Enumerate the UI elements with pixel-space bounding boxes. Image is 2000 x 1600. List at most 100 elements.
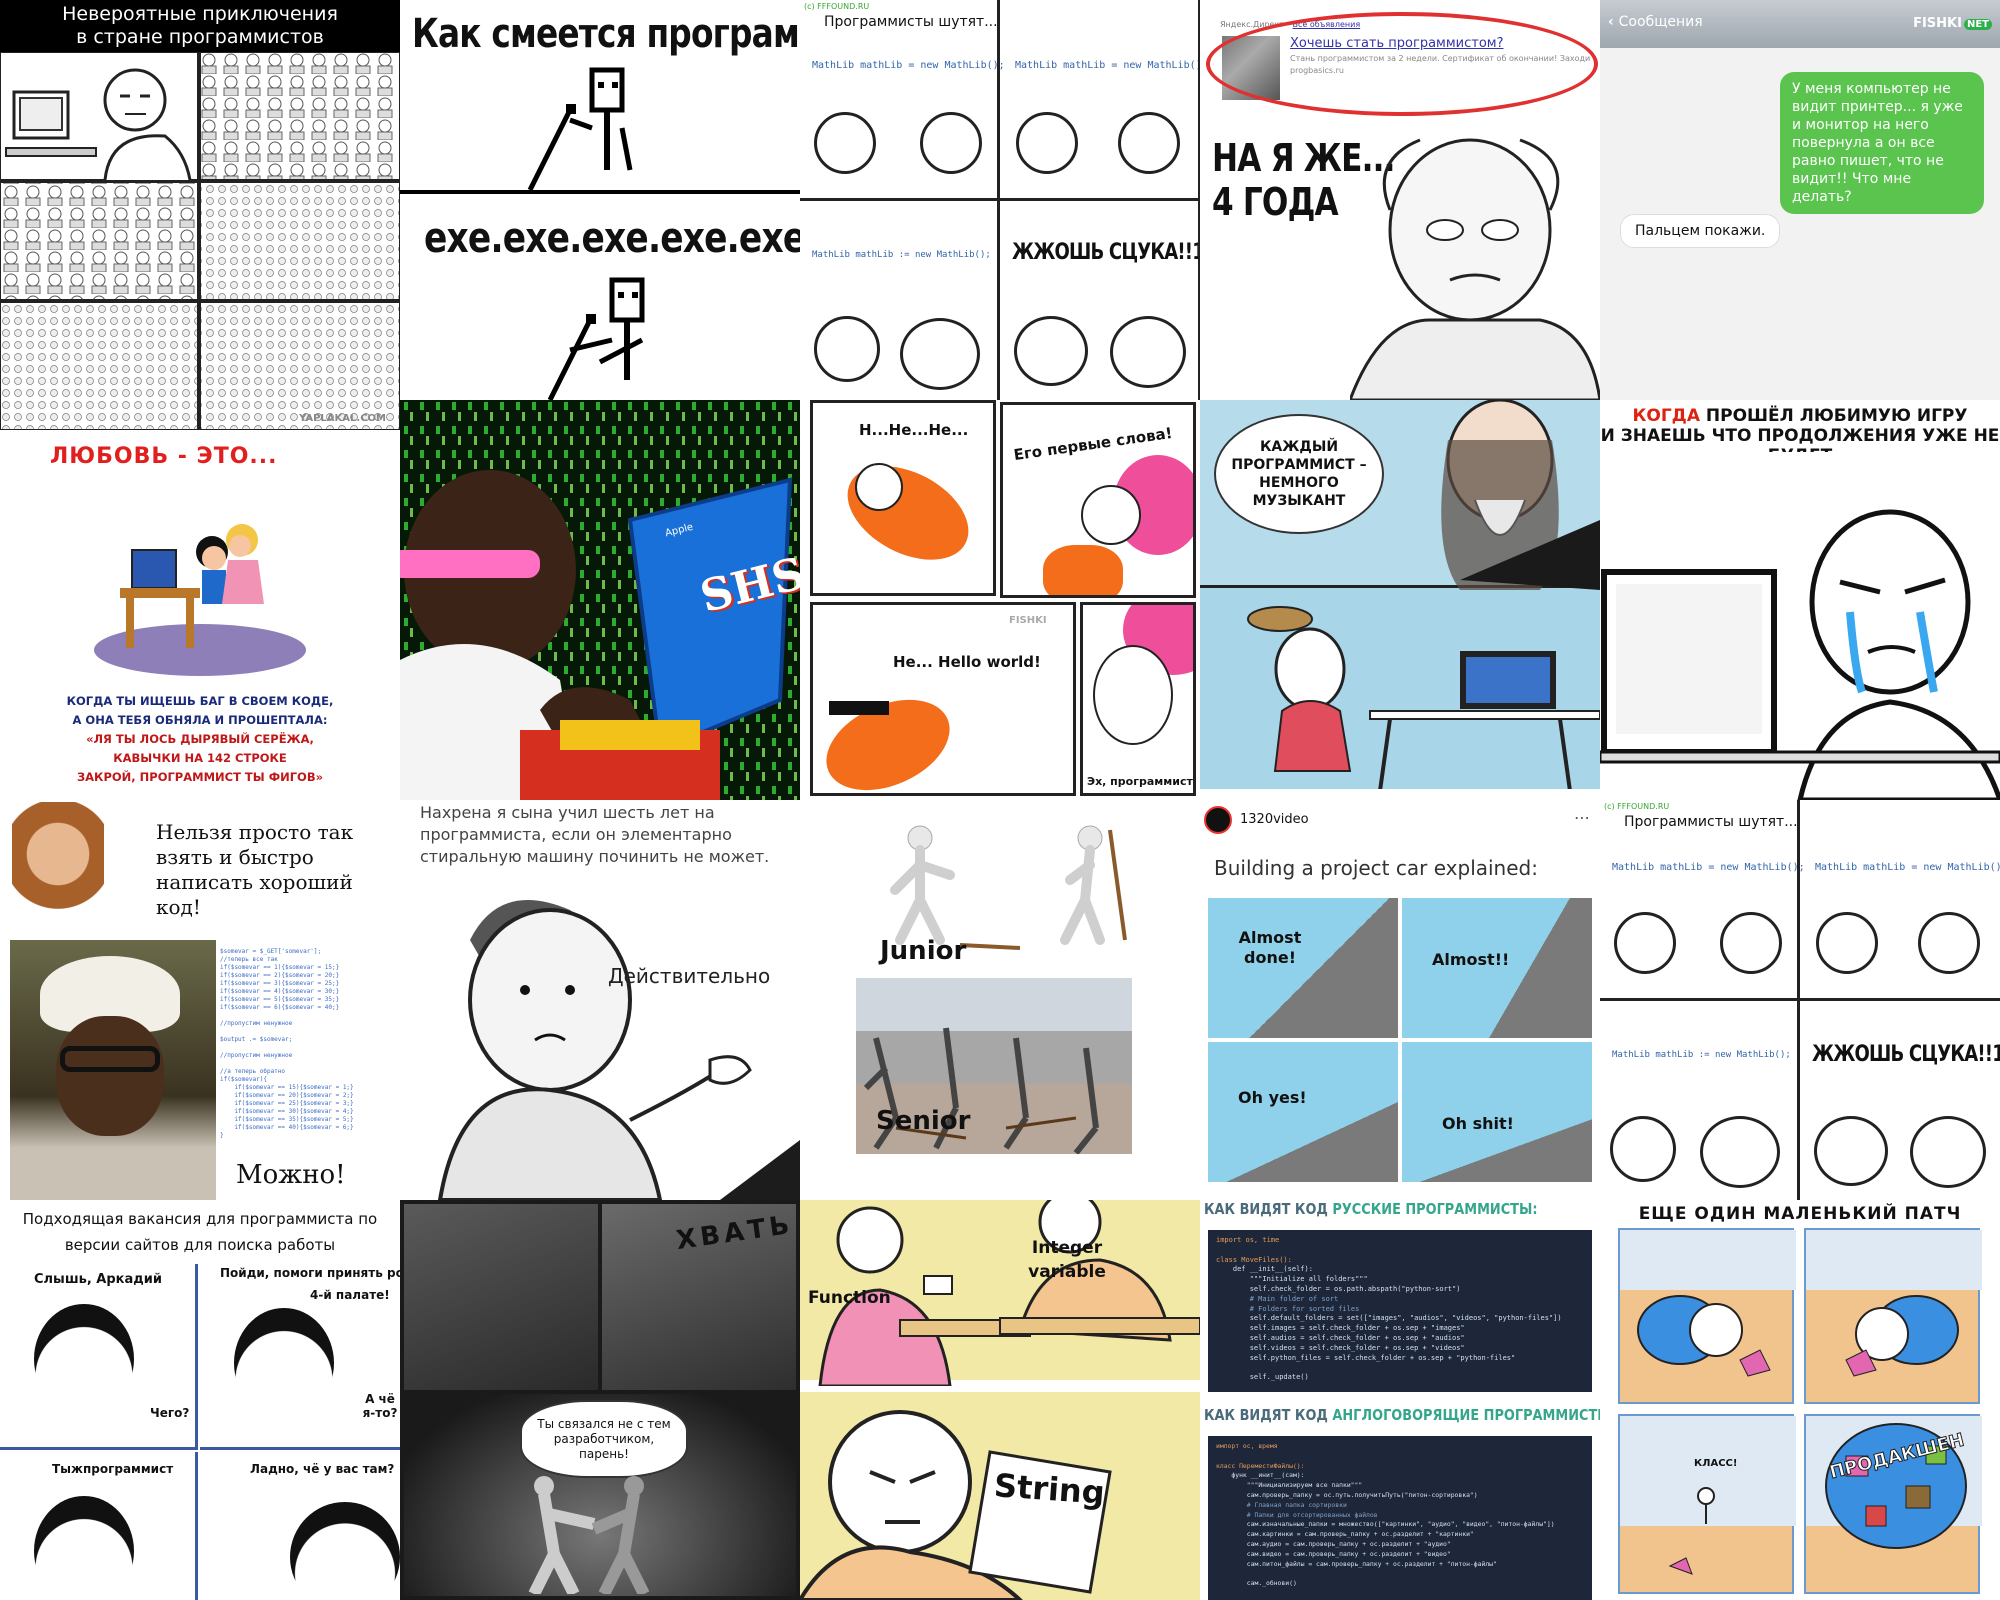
code-line-1: MathLib mathLib = new MathLib(); — [1612, 862, 1805, 873]
code-line: self.videos = self.check_folder + os.sep… — [1216, 1343, 1465, 1352]
message-outgoing-text: У меня компьютер не видит принтер... я у… — [1792, 81, 1963, 205]
rage-face-3 — [1016, 112, 1078, 174]
code-line: сам.видео = сам.проверь_папку + ос.разде… — [1216, 1549, 1451, 1558]
meme-tile-project-car[interactable]: 1320video ⋯ Building a project car expla… — [1200, 800, 1600, 1200]
panel-4-text: Ладно, чё у вас там? — [250, 1462, 395, 1476]
panel-3: Тыжпрограммист — [0, 1452, 198, 1600]
sad-gamer-drawing — [1600, 452, 2000, 800]
fight-scene — [528, 1476, 650, 1594]
meme-tile-become-programmer[interactable]: Яндекс.Директ Все объявления Хочешь стат… — [1200, 0, 1600, 400]
laugh-face-1 — [1814, 1116, 1888, 1186]
panel-1-reply: Чего? — [150, 1406, 190, 1420]
account-name[interactable]: 1320video — [1240, 812, 1309, 827]
title-line-2: в стране программистов — [76, 26, 324, 48]
panel-2: Пойди, помоги принять роды в 4-й палате!… — [200, 1264, 400, 1450]
boss-head — [34, 1304, 134, 1414]
panel-1-text: Слышь, Аркадий — [34, 1272, 162, 1287]
code-block-ru: импорт ос, время класс ПереместиФайлы():… — [1208, 1436, 1592, 1600]
love-line-1: КОГДА ТЫ ИЩЕШЬ БАГ В СВОЕМ КОДЕ, — [66, 694, 334, 708]
meme-tile-mathlib-joke-2[interactable]: (c) FFFOUND.RU Программисты шутят... Mat… — [1600, 800, 2000, 1200]
boss-head-2 — [234, 1308, 334, 1418]
brand-net-badge: NET — [1963, 19, 1992, 30]
meme-tile-one-more-patch[interactable]: ЕЩЕ ОДИН МАЛЕНЬКИЙ ПАТЧ КЛАСС! ПРОДАКШЕН — [1600, 1200, 2000, 1600]
panel-3: Oh yes! — [1208, 1042, 1398, 1182]
code-line-2: MathLib mathLib = new MathLib(); — [1015, 60, 1200, 71]
en-heading-prefix: КАК ВИДЯТ КОД — [1204, 1406, 1333, 1424]
code-line: импорт ос, время — [1216, 1442, 1278, 1450]
meme-tile-sms-printer[interactable]: ‹ Сообщения FISHKI NET У меня компьютер н… — [1600, 0, 2000, 400]
meme-tile-adventures[interactable]: Невероятные приключения в стране програм… — [0, 0, 400, 430]
rage-face-5 — [814, 316, 880, 382]
panel-bottom: String — [800, 1392, 1200, 1600]
laugh-face-2 — [1910, 1116, 1986, 1188]
back-label: Сообщения — [1618, 14, 1703, 30]
mom-face — [1081, 485, 1141, 545]
more-options-icon[interactable]: ⋯ — [1574, 808, 1590, 827]
answer-text: Можно! — [236, 1160, 346, 1190]
meme-tile-one-does-not[interactable]: Нельзя просто так взять и быстро написат… — [0, 800, 400, 1200]
boromir-avatar — [12, 802, 104, 932]
panel-2-text: Almost!! — [1432, 950, 1510, 969]
meme-tile-mathlib-joke[interactable]: (c) FFFOUND.RU Программисты шутят... Mat… — [800, 0, 1200, 400]
red-circle-highlight — [1206, 12, 1598, 116]
meme-tile-how-coders-see[interactable]: КАК ВИДЯТ КОД РУССКИЕ ПРОГРАММИСТЫ: impo… — [1200, 1200, 1600, 1600]
panel-3: КЛАСС! — [1618, 1414, 1796, 1594]
panel-top-left — [404, 1204, 598, 1390]
panel-4: Ладно, чё у вас там? — [200, 1452, 400, 1600]
meme-tile-hacker-kid[interactable]: SHS Apple — [400, 400, 800, 800]
chevron-left-icon: ‹ — [1608, 14, 1619, 30]
joke-title: Программисты шутят... — [824, 14, 998, 30]
code-line-3: MathLib mathLib := new MathLib(); — [1612, 1050, 1791, 1060]
back-button[interactable]: ‹ Сообщения — [1608, 14, 1703, 30]
en-heading: КАК ВИДЯТ КОД АНГЛОГОВОРЯЩИЕ ПРОГРАММИСТ… — [1204, 1406, 1600, 1424]
drummer-scene — [1200, 606, 1600, 800]
quote-line-2: взять и быстро — [156, 845, 314, 869]
account-avatar[interactable] — [1204, 806, 1232, 834]
meme-tile-love-is[interactable]: ЛЮБОВЬ - ЭТО... КОГДА ТЫ ИЩЕШЬ БАГ В СВО… — [0, 430, 400, 800]
panel-2: Его первые слова! — [1000, 402, 1196, 598]
question-text: Как смеется программист? — [412, 11, 800, 57]
vacancy-title-2: версии сайтов для поиска работы — [64, 1236, 336, 1254]
code-line: self.audios = self.check_folder + os.sep… — [1216, 1333, 1465, 1342]
rage-face-3 — [1816, 912, 1878, 974]
panel-4: Oh shit! — [1402, 1042, 1592, 1182]
rage-face-2 — [1720, 912, 1782, 974]
quote-block: Нельзя просто так взять и быстро написат… — [156, 820, 353, 920]
meme-tile-musician[interactable]: КАЖДЫЙ ПРОГРАММИСТ – НЕМНОГО МУЗЫКАНТ — [1200, 400, 1600, 800]
love-couple-illustration — [94, 524, 306, 676]
senior-label: Senior — [876, 1106, 971, 1136]
meme-tile-junior-senior[interactable]: Junior Senior — [800, 800, 1200, 1200]
rage-face-4 — [1918, 912, 1980, 974]
meme-tile-game-ended[interactable]: КОГДА ПРОШЁЛ ЛЮБИМУЮ ИГРУ И ЗНАЕШЬ ЧТО П… — [1600, 400, 2000, 800]
vacancy-title-1: Подходящая вакансия для программиста по — [22, 1210, 378, 1228]
meme-tile-vacancy[interactable]: Подходящая вакансия для программиста по … — [0, 1200, 400, 1600]
code-line: self.default_folders = set(["images", "a… — [1216, 1314, 1562, 1323]
love-line-3: «ЛЯ ТЫ ЛОСЬ ДЫРЯВЫЙ СЕРЁЖА, — [86, 732, 314, 746]
panel-2-text-1: Пойди, помоги принять роды в — [220, 1266, 400, 1280]
title-line-1: Невероятные приключения — [62, 3, 338, 25]
panel-2-drawing — [1806, 1230, 1982, 1377]
code-line: self._update() — [1216, 1373, 1309, 1382]
speech-text: Действительно — [608, 964, 771, 988]
meme-tile-wrong-developer[interactable]: ХВАТЬ Ты связался не с тем разработчиком… — [400, 1200, 800, 1600]
code-line: сам.питон_файлы = сам.проверь_папку + ос… — [1216, 1559, 1497, 1568]
comic-grid — [0, 51, 400, 430]
quote-line-4: код! — [156, 895, 201, 919]
code-line: сам.изначальные_папки = множество(["карт… — [1216, 1520, 1555, 1529]
rage-face-5 — [1610, 1116, 1676, 1182]
message-incoming-text: Пальцем покажи. — [1635, 223, 1766, 239]
speech-bubble-text: КАЖДЫЙ ПРОГРАММИСТ – НЕМНОГО МУЗЫКАНТ — [1231, 439, 1367, 509]
code-line: # Folders for sorted files — [1216, 1304, 1360, 1313]
love-line-4: КАВЫЧКИ НА 142 СТРОКЕ — [113, 751, 287, 765]
meme-tile-passing-notes[interactable]: Function Integer variable String — [800, 1200, 1200, 1600]
message-header: ‹ Сообщения FISHKI NET — [1600, 0, 2000, 48]
meme-tile-first-words[interactable]: Н...Не...Не... Его первые слова! Не... H… — [800, 400, 1200, 800]
baby-face — [855, 463, 903, 511]
code-line: сам.картинки = сам.проверь_папку + ос.ра… — [1216, 1530, 1474, 1539]
meme-tile-programmer-laughs[interactable]: Как смеется программист? exe.exe.exe.exe… — [400, 0, 800, 400]
sfx-text: ХВАТЬ — [674, 1209, 796, 1257]
meme-tile-washing-machine[interactable]: Нахрена я сына учил шесть лет на програм… — [400, 800, 800, 1200]
musician-drawing — [1441, 400, 1600, 590]
